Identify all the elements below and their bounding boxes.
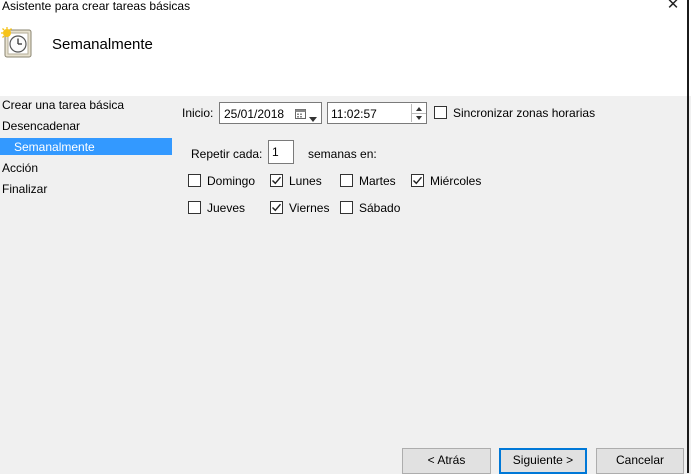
checkbox-lunes[interactable] (270, 174, 283, 187)
chevron-down-icon[interactable] (309, 111, 317, 125)
nav-item-trigger[interactable]: Desencadenar (2, 118, 80, 134)
task-clock-icon (1, 27, 33, 59)
weeks-on-label: semanas en: (308, 147, 377, 161)
day-label-martes: Martes (359, 174, 396, 188)
window-border (687, 0, 689, 473)
sync-timezones-label: Sincronizar zonas horarias (453, 106, 596, 120)
sync-timezones-checkbox[interactable] (434, 106, 447, 119)
checkbox-viernes[interactable] (270, 201, 283, 214)
day-label-jueves: Jueves (207, 201, 246, 215)
next-button[interactable]: Siguiente > (499, 448, 587, 474)
day-label-domingo: Domingo (207, 174, 256, 188)
repeat-label: Repetir cada: (191, 147, 263, 161)
time-field[interactable]: 11:02:57 (327, 102, 427, 124)
nav-item-finish[interactable]: Finalizar (2, 181, 47, 197)
wizard-header (0, 14, 691, 96)
day-label-sabado: Sábado (359, 201, 401, 215)
date-value: 25/01/2018 (224, 107, 285, 121)
calendar-icon[interactable] (295, 108, 306, 119)
nav-item-create-task[interactable]: Crear una tarea básica (2, 97, 124, 113)
checkbox-martes[interactable] (340, 174, 353, 187)
checkbox-miercoles[interactable] (411, 174, 424, 187)
day-label-viernes: Viernes (289, 201, 330, 215)
start-label: Inicio: (182, 106, 214, 120)
back-button[interactable]: < Atrás (402, 448, 491, 474)
day-label-lunes: Lunes (289, 174, 322, 188)
page-title: Semanalmente (52, 36, 153, 53)
cancel-button[interactable]: Cancelar (596, 448, 684, 474)
date-picker[interactable]: 25/01/2018 (219, 102, 322, 124)
day-label-miercoles: Miércoles (430, 174, 482, 188)
checkbox-sabado[interactable] (340, 201, 353, 214)
repeat-weeks-value: 1 (272, 145, 279, 159)
window-title: Asistente para crear tareas básicas (2, 0, 191, 13)
close-icon[interactable]: ✕ (664, 0, 682, 13)
checkbox-jueves[interactable] (188, 201, 201, 214)
nav-item-action[interactable]: Acción (2, 160, 38, 176)
time-spinner[interactable] (411, 104, 426, 122)
nav-item-weekly-label: Semanalmente (14, 140, 95, 154)
repeat-weeks-input[interactable]: 1 (268, 140, 294, 164)
checkbox-domingo[interactable] (188, 174, 201, 187)
time-value: 11:02:57 (331, 107, 377, 121)
